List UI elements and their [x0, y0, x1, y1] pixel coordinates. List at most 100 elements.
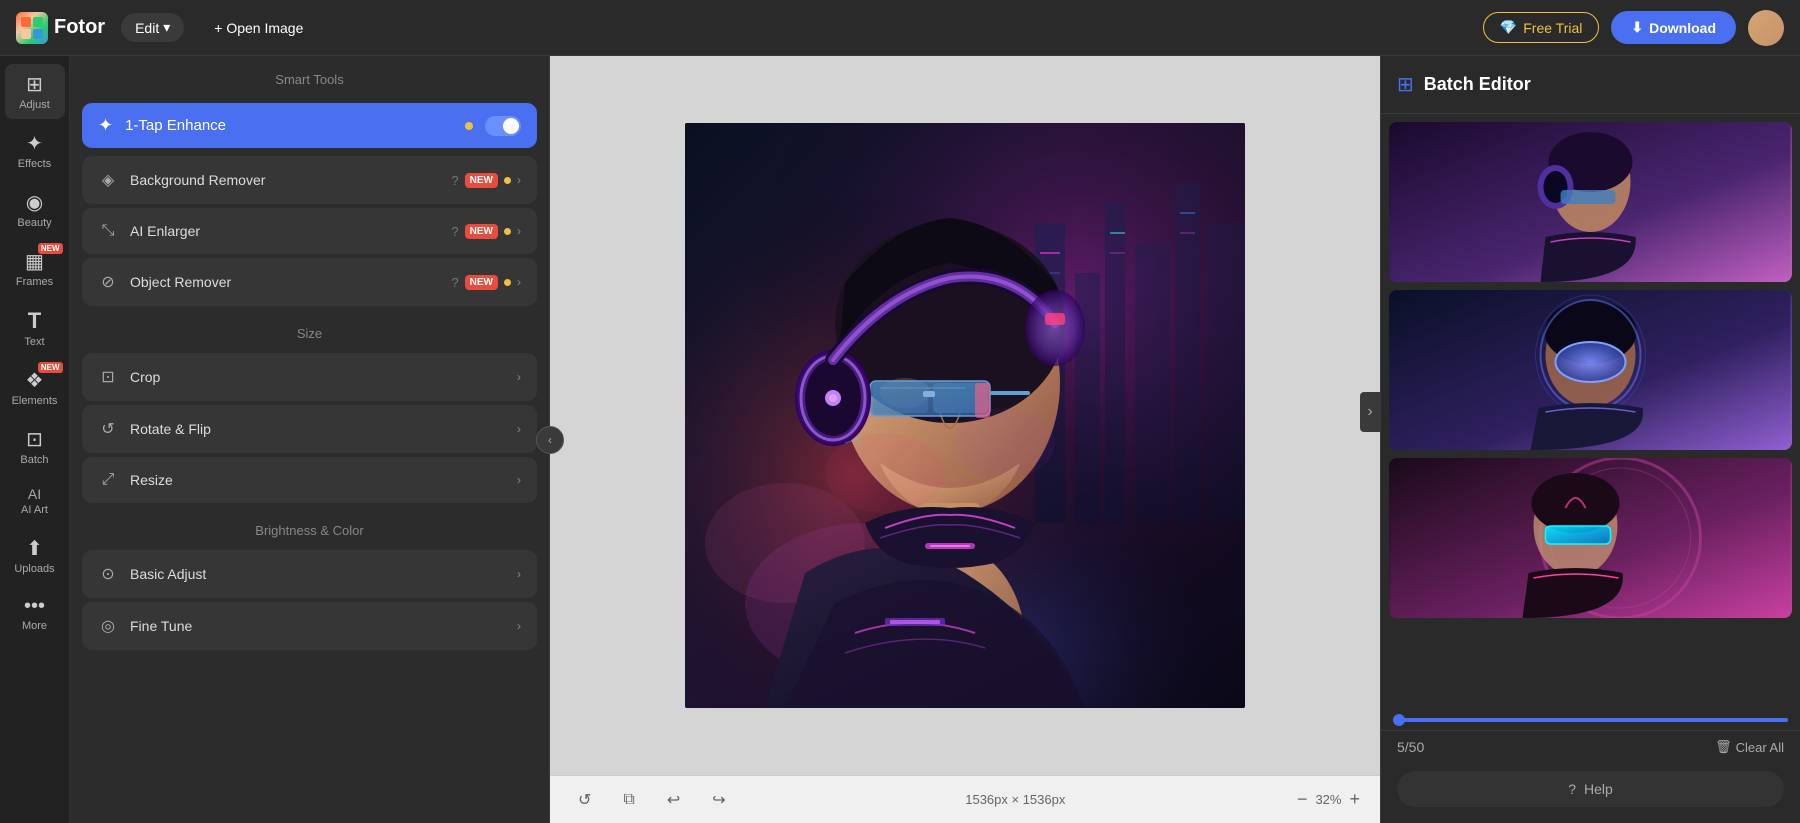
- canvas-controls-left: ↺ ⧉ ↩ ↪: [570, 786, 734, 814]
- tool-ai-enlarger[interactable]: ⤡ AI Enlarger ? NEW ›: [82, 208, 537, 254]
- batch-images-list: [1381, 114, 1800, 710]
- tool-crop[interactable]: ⊡ Crop ›: [82, 353, 537, 401]
- crop-arrow-icon: ›: [517, 370, 521, 384]
- elements-new-badge: NEW: [38, 362, 63, 373]
- batch-editor-icon: ⊞: [1397, 72, 1414, 97]
- tool-resize[interactable]: ⤢ Resize ›: [82, 457, 537, 503]
- text-icon: T: [28, 308, 41, 334]
- batch-image-item[interactable]: [1389, 458, 1792, 618]
- help-icon: ?: [451, 224, 458, 239]
- obj-new-tag: NEW: [465, 275, 498, 290]
- help-icon: ?: [451, 275, 458, 290]
- batch-slider-area: [1381, 710, 1800, 730]
- free-trial-button[interactable]: 💎 Free Trial: [1483, 12, 1600, 43]
- sidebar-item-ai-art[interactable]: AI AI Art: [5, 478, 65, 524]
- sidebar-item-more[interactable]: ••• More: [5, 587, 65, 640]
- fine-tune-icon: ◎: [98, 616, 118, 636]
- batch-slider-thumb[interactable]: [1393, 714, 1405, 726]
- sidebar-item-frames[interactable]: NEW ▦ Frames: [5, 241, 65, 296]
- sidebar-item-elements[interactable]: NEW ❖ Elements: [5, 360, 65, 415]
- avatar[interactable]: [1748, 10, 1784, 46]
- app-name: Fotor: [54, 16, 105, 39]
- obj-dot: [504, 279, 511, 286]
- batch-bottom-bar: 5/50 🗑 Clear All: [1381, 730, 1800, 763]
- brightness-color-label: Brightness & Color: [70, 507, 549, 546]
- enhance-label: 1-Tap Enhance: [125, 117, 453, 134]
- sidebar-item-text[interactable]: T Text: [5, 300, 65, 356]
- expand-panel-button[interactable]: ›: [1360, 392, 1380, 432]
- batch-image-item[interactable]: [1389, 290, 1792, 450]
- enlarger-new-tag: NEW: [465, 224, 498, 239]
- zoom-level: 32%: [1315, 792, 1341, 807]
- clear-all-button[interactable]: 🗑 Clear All: [1715, 739, 1784, 755]
- resize-arrow-icon: ›: [517, 473, 521, 487]
- obj-arrow-icon: ›: [517, 275, 521, 289]
- open-image-button[interactable]: + Open Image: [200, 14, 317, 42]
- redo-right-button[interactable]: ↪: [704, 786, 733, 814]
- trash-icon: 🗑: [1715, 739, 1732, 755]
- crop-icon: ⊡: [98, 367, 118, 387]
- canvas-bottom-bar: ↺ ⧉ ↩ ↪ 1536px × 1536px − 32% +: [550, 775, 1380, 823]
- help-button[interactable]: ? Help: [1397, 771, 1784, 807]
- tools-panel: Smart Tools ✦ 1-Tap Enhance ◈ Background…: [70, 56, 550, 823]
- tool-basic-adjust[interactable]: ⊙ Basic Adjust ›: [82, 550, 537, 598]
- canvas-content[interactable]: [550, 56, 1380, 775]
- collapse-panel-button[interactable]: ‹: [536, 426, 564, 454]
- tool-fine-tune[interactable]: ◎ Fine Tune ›: [82, 602, 537, 650]
- topbar: Fotor Edit ▾ + Open Image 💎 Free Trial ⬇…: [0, 0, 1800, 56]
- logo-icon: [16, 12, 48, 44]
- app-logo[interactable]: Fotor: [16, 12, 105, 44]
- more-icon: •••: [24, 595, 45, 618]
- smart-tools-label: Smart Tools: [70, 56, 549, 95]
- canvas-area: ↺ ⧉ ↩ ↪ 1536px × 1536px − 32% +: [550, 56, 1380, 823]
- batch-editor-header: ⊞ Batch Editor: [1381, 56, 1800, 114]
- enhance-toggle[interactable]: [485, 116, 521, 136]
- uploads-icon: ⬆: [26, 536, 43, 561]
- rotate-arrow-icon: ›: [517, 422, 521, 436]
- download-icon: ⬇: [1631, 19, 1643, 36]
- effects-icon: ✦: [26, 131, 43, 156]
- enhance-icon: ✦: [98, 115, 113, 136]
- one-tap-enhance-row[interactable]: ✦ 1-Tap Enhance: [82, 103, 537, 148]
- basic-adjust-arrow-icon: ›: [517, 567, 521, 581]
- batch-icon: ⊡: [26, 427, 43, 452]
- undo-button[interactable]: ↺: [570, 786, 599, 814]
- fine-tune-arrow-icon: ›: [517, 619, 521, 633]
- ai-art-icon: AI: [28, 486, 41, 502]
- help-circle-icon: ?: [1568, 781, 1576, 797]
- main-image: [685, 123, 1245, 708]
- size-label: Size: [70, 310, 549, 349]
- frames-new-badge: NEW: [38, 243, 63, 254]
- enlarger-arrow-icon: ›: [517, 224, 521, 238]
- diamond-icon: 💎: [1500, 19, 1517, 36]
- bg-arrow-icon: ›: [517, 173, 521, 187]
- batch-slider-track[interactable]: [1393, 718, 1788, 722]
- ai-enlarger-icon: ⤡: [98, 222, 118, 240]
- sidebar-item-batch[interactable]: ⊡ Batch: [5, 419, 65, 474]
- zoom-controls: − 32% +: [1297, 789, 1360, 810]
- sidebar-item-uploads[interactable]: ⬆ Uploads: [5, 528, 65, 583]
- main-layout: ⊞ Adjust ✦ Effects ◉ Beauty NEW ▦ Frames…: [0, 56, 1800, 823]
- redo-left-button[interactable]: ↩: [659, 786, 688, 814]
- tool-background-remover[interactable]: ◈ Background Remover ? NEW ›: [82, 156, 537, 204]
- sidebar-item-beauty[interactable]: ◉ Beauty: [5, 182, 65, 237]
- bg-new-tag: NEW: [465, 173, 498, 188]
- zoom-in-button[interactable]: +: [1349, 789, 1360, 810]
- edit-button[interactable]: Edit ▾: [121, 13, 184, 42]
- beauty-icon: ◉: [26, 190, 43, 215]
- tool-rotate-flip[interactable]: ↺ Rotate & Flip ›: [82, 405, 537, 453]
- sidebar-item-effects[interactable]: ✦ Effects: [5, 123, 65, 178]
- enlarger-dot: [504, 228, 511, 235]
- sidebar-item-adjust[interactable]: ⊞ Adjust: [5, 64, 65, 119]
- zoom-out-button[interactable]: −: [1297, 789, 1308, 810]
- help-icon: ?: [451, 173, 458, 188]
- download-button[interactable]: ⬇ Download: [1611, 11, 1736, 44]
- icon-bar: ⊞ Adjust ✦ Effects ◉ Beauty NEW ▦ Frames…: [0, 56, 70, 823]
- topbar-right: 💎 Free Trial ⬇ Download: [1483, 10, 1784, 46]
- canvas-image-size: 1536px × 1536px: [965, 792, 1065, 807]
- batch-count: 5/50: [1397, 739, 1424, 755]
- background-remover-icon: ◈: [98, 170, 118, 190]
- batch-image-item[interactable]: [1389, 122, 1792, 282]
- tool-object-remover[interactable]: ⊘ Object Remover ? NEW ›: [82, 258, 537, 306]
- copy-button[interactable]: ⧉: [615, 787, 642, 813]
